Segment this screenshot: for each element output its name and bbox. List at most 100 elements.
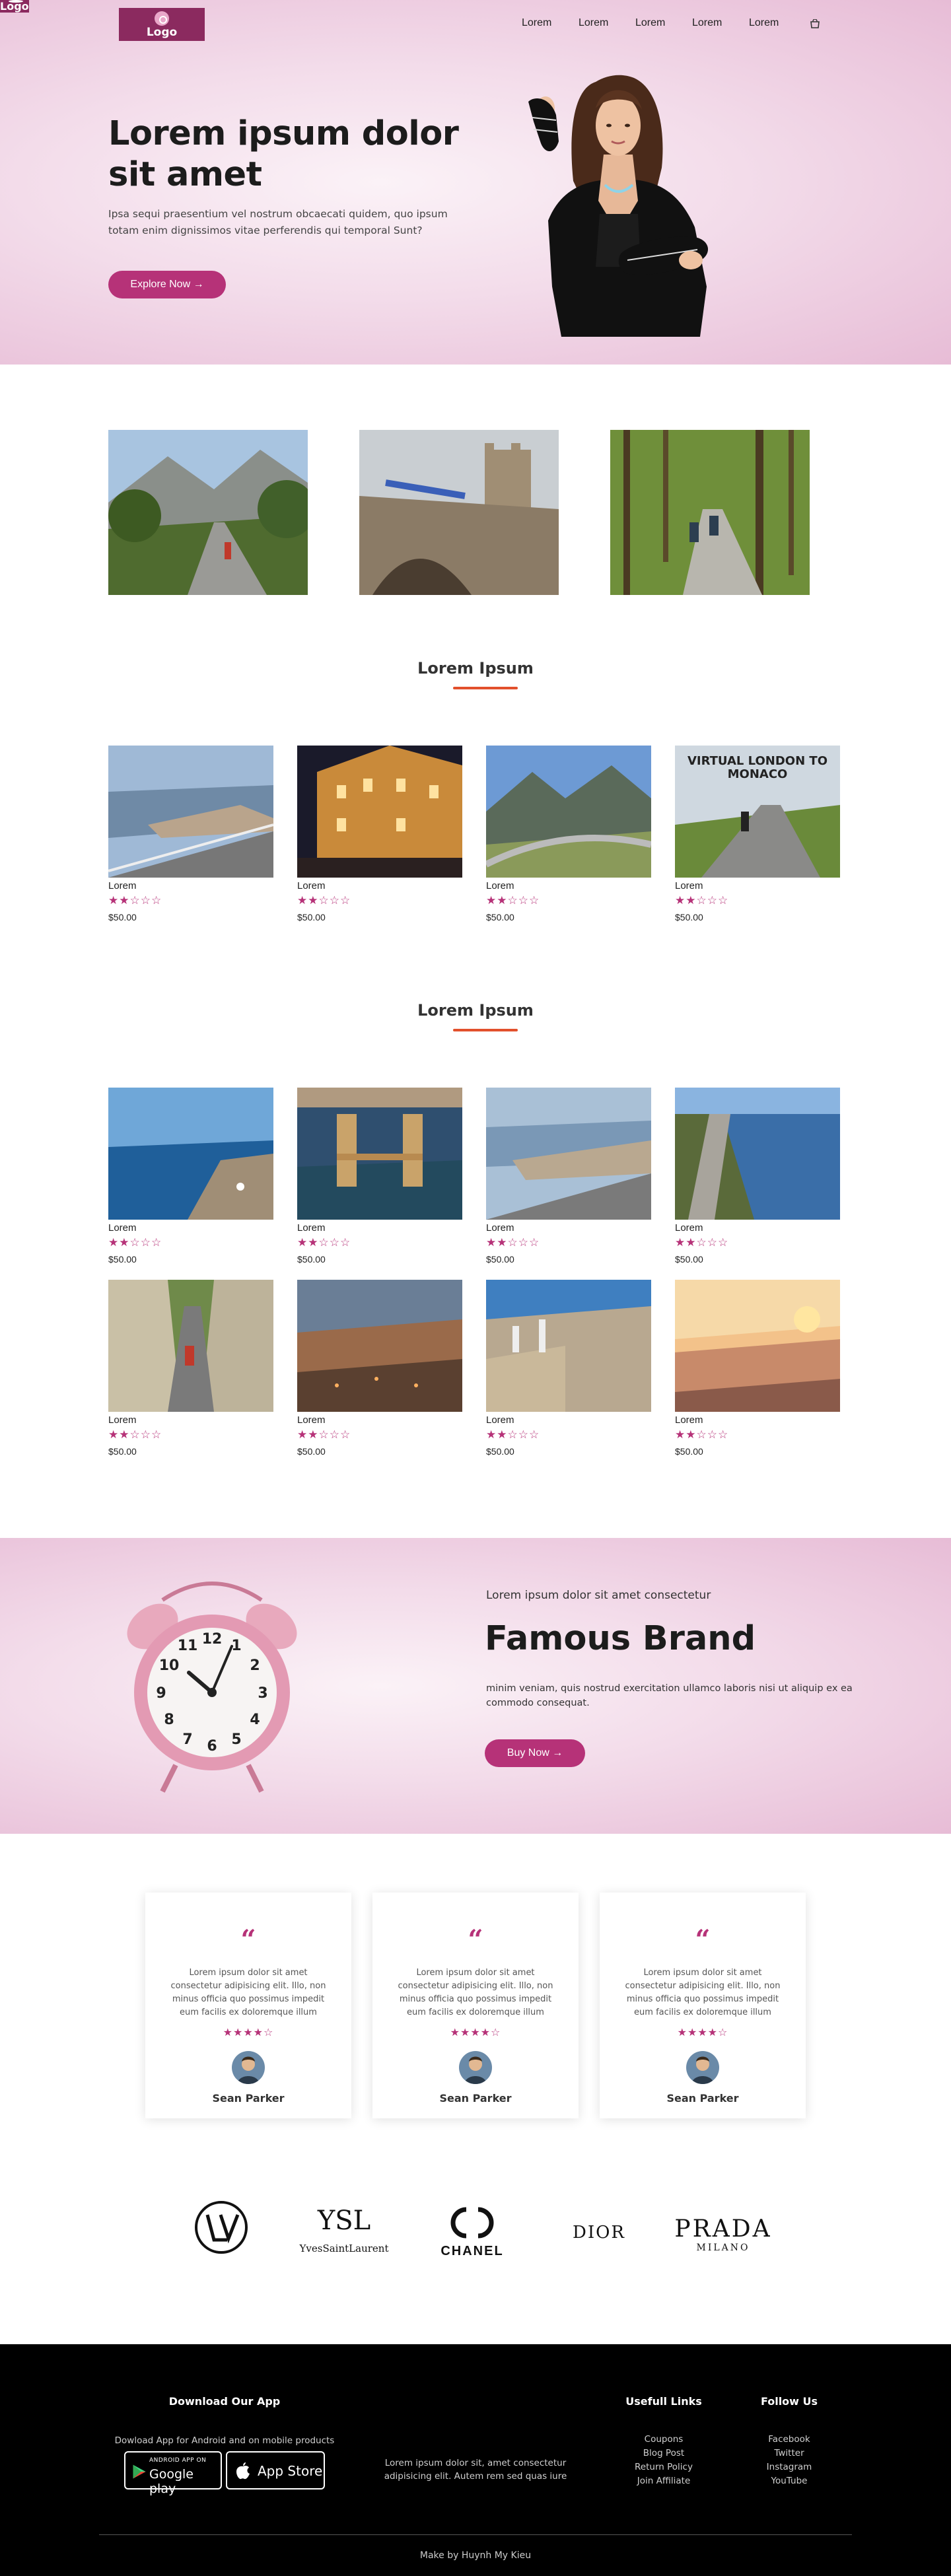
testimonial-name: Sean Parker xyxy=(439,2092,512,2105)
testimonial-card: “ Lorem ipsum dolor sit amet consectetur… xyxy=(145,1893,351,2118)
feature-photo-mountain-road[interactable] xyxy=(108,430,308,595)
testimonial-name: Sean Parker xyxy=(212,2092,285,2105)
svg-text:8: 8 xyxy=(164,1712,174,1728)
testimonial-card: “ Lorem ipsum dolor sit amet consectetur… xyxy=(600,1893,806,2118)
rating-stars: ★★☆☆☆ xyxy=(297,894,351,907)
rating-stars: ★★☆☆☆ xyxy=(675,1428,729,1442)
google-play-button[interactable]: ANDROID APP ON Google play xyxy=(124,2451,222,2496)
hero-model-image xyxy=(522,69,713,337)
product-price: $50.00 xyxy=(675,912,703,922)
testimonial-text: Lorem ipsum dolor sit amet consectetur a… xyxy=(170,1968,326,2017)
product-name[interactable]: Lorem xyxy=(675,880,703,891)
louis-vuitton-logo[interactable] xyxy=(194,2200,248,2254)
feature-photo-castle-bridge[interactable] xyxy=(359,430,559,595)
explore-now-button[interactable]: Explore Now → xyxy=(108,271,226,298)
feature-photo-forest-cyclists[interactable] xyxy=(610,430,810,595)
nav-item-2[interactable]: Lorem xyxy=(579,17,635,29)
app-store-button[interactable]: App Store xyxy=(226,2451,325,2489)
product-name[interactable]: Lorem xyxy=(486,1222,514,1234)
buy-now-button[interactable]: Buy Now → xyxy=(485,1739,585,1767)
product-name[interactable]: Lorem xyxy=(108,880,137,891)
logo-text: Logo xyxy=(146,26,178,39)
product-image-night-building[interactable] xyxy=(297,746,462,878)
prada-logo[interactable]: PRADA MILANO xyxy=(667,2216,779,2254)
nav-item-1[interactable]: Lorem xyxy=(522,17,579,29)
dior-logo[interactable]: DIOR xyxy=(563,2223,635,2243)
rating-stars: ★★★★☆ xyxy=(677,2026,728,2038)
rating-stars: ★★☆☆☆ xyxy=(486,1236,540,1249)
product-image-monaco-bay[interactable] xyxy=(108,1088,273,1220)
product-image-virtual-london-monaco[interactable]: VIRTUAL LONDON TO MONACO xyxy=(675,746,840,878)
product-image-mountain-pass[interactable] xyxy=(486,746,651,878)
product-name[interactable]: Lorem xyxy=(675,1222,703,1234)
main-nav: Lorem Lorem Lorem Lorem Lorem xyxy=(522,17,806,29)
links-heading: Usefull Links xyxy=(625,2395,702,2408)
svg-text:4: 4 xyxy=(250,1712,260,1728)
brand-text: minim veniam, quis nostrud exercitation … xyxy=(486,1683,853,1708)
link-youtube[interactable]: YouTube xyxy=(740,2474,839,2488)
product-image-cyclist-gorge[interactable] xyxy=(108,1280,273,1412)
svg-text:2: 2 xyxy=(250,1657,260,1674)
app-store-text: App Store xyxy=(258,2463,323,2479)
chanel-wordmark: CHANEL xyxy=(440,2244,504,2258)
google-small-text: ANDROID APP ON xyxy=(149,2457,207,2464)
rating-stars: ★★☆☆☆ xyxy=(108,894,162,907)
chanel-logo[interactable]: CHANEL xyxy=(436,2204,509,2258)
nav-item-5[interactable]: Lorem xyxy=(749,17,806,29)
nav-item-4[interactable]: Lorem xyxy=(692,17,749,29)
product-image-tower-bridge[interactable] xyxy=(297,1088,462,1220)
product-image-coast-race[interactable] xyxy=(108,746,273,878)
section-title: Lorem Ipsum xyxy=(417,659,534,678)
product-image-sunset-coast[interactable] xyxy=(675,1280,840,1412)
testimonial-text: Lorem ipsum dolor sit amet consectetur a… xyxy=(625,1968,781,2017)
google-play-icon xyxy=(133,2464,146,2479)
rating-stars: ★★☆☆☆ xyxy=(297,1428,351,1442)
product-price: $50.00 xyxy=(486,1446,514,1457)
app-text: Dowload App for Android and on mobile pr… xyxy=(114,2435,335,2446)
nav-item-3[interactable]: Lorem xyxy=(635,17,692,29)
product-name[interactable]: Lorem xyxy=(297,1222,326,1234)
follow-heading: Follow Us xyxy=(760,2395,818,2408)
product-price: $50.00 xyxy=(108,1254,137,1265)
rating-stars: ★★☆☆☆ xyxy=(108,1428,162,1442)
product-image-monaco-harbor[interactable] xyxy=(486,1280,651,1412)
quote-icon: “ xyxy=(468,1924,483,1955)
ysl-logo[interactable]: YSL YvesSaintLaurent xyxy=(295,2200,394,2260)
product-name[interactable]: Lorem xyxy=(486,880,514,891)
rating-stars: ★★☆☆☆ xyxy=(675,1236,729,1249)
link-coupons[interactable]: Coupons xyxy=(614,2433,713,2447)
product-price: $50.00 xyxy=(297,1446,326,1457)
product-price: $50.00 xyxy=(108,912,137,922)
product-name[interactable]: Lorem xyxy=(108,1414,137,1426)
header-logo[interactable]: Logo xyxy=(119,8,205,41)
product-price: $50.00 xyxy=(108,1446,137,1457)
footer-credit: Make by Huynh My Kieu xyxy=(419,2550,532,2561)
hero-title: Lorem ipsum dolor sit amet xyxy=(108,114,459,194)
product-name[interactable]: Lorem xyxy=(108,1222,137,1234)
product-name[interactable]: Lorem xyxy=(297,1414,326,1426)
product-price: $50.00 xyxy=(675,1254,703,1265)
svg-text:3: 3 xyxy=(258,1685,267,1702)
shopping-bag-icon[interactable] xyxy=(810,18,820,28)
product-image-coast-peloton[interactable] xyxy=(486,1088,651,1220)
svg-text:7: 7 xyxy=(182,1731,192,1748)
product-name[interactable]: Lorem xyxy=(486,1414,514,1426)
hero-section: Logo Lorem Lorem Lorem Lorem Lorem Lorem… xyxy=(0,0,951,365)
alarm-clock-image: 12 1 2 345 678 9 10 11 xyxy=(123,1574,301,1798)
link-instagram[interactable]: Instagram xyxy=(740,2460,839,2474)
link-blog-post[interactable]: Blog Post xyxy=(614,2447,713,2460)
svg-text:YSL: YSL xyxy=(317,2206,370,2236)
link-return-policy[interactable]: Return Policy xyxy=(614,2460,713,2474)
svg-text:10: 10 xyxy=(159,1657,180,1674)
svg-text:6: 6 xyxy=(207,1738,217,1755)
product-name[interactable]: Lorem xyxy=(675,1414,703,1426)
product-image-monaco-evening[interactable] xyxy=(297,1280,462,1412)
product-image-cliff-road[interactable] xyxy=(675,1088,840,1220)
rating-stars: ★★☆☆☆ xyxy=(675,894,729,907)
footer-logo[interactable]: Logo xyxy=(0,0,29,13)
virtual-label: VIRTUAL LONDON TO MONACO xyxy=(687,754,828,781)
link-join-affiliate[interactable]: Join Affiliate xyxy=(614,2474,713,2488)
link-facebook[interactable]: Facebook xyxy=(740,2433,839,2447)
link-twitter[interactable]: Twitter xyxy=(740,2447,839,2460)
product-name[interactable]: Lorem xyxy=(297,880,326,891)
